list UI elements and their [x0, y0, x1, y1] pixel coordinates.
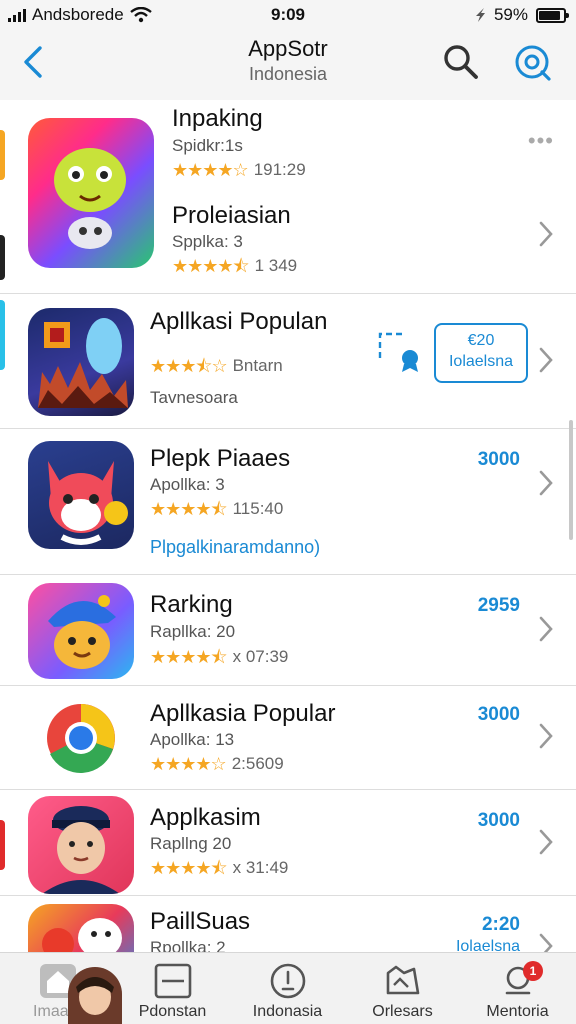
tab-label: Pdonstan [138, 1003, 207, 1020]
award-icon [378, 332, 418, 372]
app-list-item[interactable]: Applkasim Rapllng 20 ★★★★⯪ x 31:49 3000 [0, 790, 576, 895]
page-subtitle: Indonesia [248, 64, 328, 84]
app-name: Inpaking [172, 105, 263, 132]
app-rating: ★★★★⯪ x 07:39 [150, 647, 288, 667]
chevron-right-icon[interactable] [538, 346, 554, 374]
app-rating: ★★★★☆ 2:5609 [150, 754, 284, 774]
rating-count: x 07:39 [232, 647, 289, 666]
tab-updates[interactable]: Indonasia [230, 953, 345, 1024]
compass-icon [515, 45, 551, 81]
chevron-right-icon[interactable] [538, 220, 554, 248]
price-badge[interactable]: €20 Iolaelsna [434, 323, 528, 383]
app-subtitle: Apollka: 13 [150, 730, 235, 749]
tab-label: Orlesars [372, 1003, 433, 1020]
rating-count: 2:5609 [231, 754, 284, 773]
app-subtitle: Rapllka: 20 [150, 622, 236, 641]
rating-label: Bntarn [232, 356, 283, 375]
app-name: Rarking [150, 591, 233, 618]
rating-stars: ★★★★⯪ [172, 256, 250, 276]
featured-app-card[interactable]: Inpaking Spidkr:1s ★★★★☆ 191:29 ••• Prol… [0, 100, 576, 294]
rating-stars: ★★★★☆ [150, 754, 227, 774]
app-rating: ★★★⯪☆ Bntarn [150, 356, 283, 376]
chevron-right-icon[interactable] [538, 932, 554, 952]
price-label[interactable]: 3000 [478, 704, 520, 726]
price-label[interactable]: 2:20 [482, 914, 520, 936]
games-icon [386, 965, 420, 995]
search-button[interactable] [440, 42, 482, 82]
app-name: Apllkasi Populan [150, 308, 328, 335]
page-title: AppSotr [248, 36, 328, 61]
app-subtitle: Spplka: 3 [172, 232, 243, 251]
app-list-item[interactable]: Apllkasia Popular Apollka: 13 ★★★★☆ 2:56… [0, 686, 576, 789]
app-icon [28, 692, 134, 784]
arrow-down-circle-icon [270, 963, 306, 999]
chevron-right-icon[interactable] [538, 722, 554, 750]
rating-stars: ★★★★⯪ [150, 647, 228, 667]
app-list-item[interactable]: Plepk Piaaes Apollka: 3 ★★★★⯪ 115:40 Plp… [0, 429, 576, 574]
app-rating: ★★★★☆ 191:29 [172, 160, 306, 180]
search-icon [444, 45, 478, 79]
rating-stars: ★★★★⯪ [150, 499, 228, 519]
tab-bar: Imaam Pdonstan Indonasia Orlesars 1 Ment… [0, 952, 576, 1024]
app-subtitle: Apollka: 3 [150, 475, 225, 494]
chevron-right-icon[interactable] [538, 469, 554, 497]
app-name: PaillSuas [150, 908, 251, 935]
rating-stars: ★★★⯪☆ [150, 356, 228, 376]
app-icon [28, 441, 134, 549]
app-list-item[interactable]: Rarking Rapllka: 20 ★★★★⯪ x 07:39 2959 [0, 575, 576, 685]
rating-count: 115:40 [232, 499, 284, 518]
rating-stars: ★★★★⯪ [150, 858, 228, 878]
app-subtitle: Rpollka: 2 [150, 938, 226, 952]
app-icon [28, 308, 134, 416]
price-label[interactable]: 3000 [478, 810, 520, 832]
app-list-item[interactable]: PaillSuas Rpollka: 2 2:20 Iolaelsna [0, 896, 576, 952]
avatar [68, 967, 122, 1024]
app-name: Plepk Piaaes [150, 445, 291, 472]
app-name: Proleiasian [172, 202, 291, 229]
battery-percent: 59% [493, 5, 528, 24]
developer-link[interactable]: Plpgalkinaramdanno) [150, 537, 320, 558]
chevron-right-icon[interactable] [538, 828, 554, 856]
price-sublabel: Iolaelsna [455, 938, 520, 952]
app-icon [28, 796, 134, 894]
location-icon [475, 8, 485, 22]
app-rating: ★★★★⯪ x 31:49 [150, 858, 288, 878]
chevron-right-icon[interactable] [538, 615, 554, 643]
app-rating: ★★★★⯪ 115:40 [150, 499, 283, 519]
rating-count: x 31:49 [232, 858, 289, 877]
app-icon [28, 904, 134, 952]
tab-label: Mentoria [486, 1003, 549, 1020]
chevron-left-icon [24, 46, 42, 78]
app-subtitle: Rapllng 20 [150, 834, 232, 853]
nav-bar: AppSotr Indonesia [0, 30, 576, 100]
price-label[interactable]: 3000 [478, 449, 520, 471]
price-label[interactable]: 2959 [478, 595, 520, 617]
app-category: Tavnesoara [150, 388, 238, 407]
discover-button[interactable] [510, 42, 554, 82]
app-name: Apllkasia Popular [150, 700, 336, 727]
app-subtitle: Spidkr:1s [172, 136, 243, 155]
rating-stars: ★★★★☆ [172, 160, 249, 180]
battery-icon [536, 7, 569, 23]
tab-apps[interactable]: Pdonstan [115, 953, 230, 1024]
back-button[interactable] [18, 44, 52, 80]
more-options-button[interactable]: ••• [528, 128, 554, 154]
tab-profile[interactable]: 1 Mentoria [460, 953, 575, 1024]
scroll-indicator[interactable] [569, 420, 573, 540]
rating-count: 1 349 [254, 256, 298, 275]
app-icon [28, 583, 134, 679]
apps-icon [154, 963, 192, 999]
badge-label: Iolaelsna [448, 352, 514, 370]
tab-label: Indonasia [252, 1003, 323, 1020]
tab-games[interactable]: Orlesars [345, 953, 460, 1024]
badge-price: €20 [467, 332, 495, 349]
notification-badge: 1 [523, 961, 543, 981]
featured-app-icon [28, 118, 154, 268]
app-name: Applkasim [150, 804, 261, 831]
app-rating: ★★★★⯪ 1 349 [172, 256, 297, 276]
status-bar: Andsborede 9:09 59% [0, 0, 576, 30]
rating-count: 191:29 [253, 160, 306, 179]
